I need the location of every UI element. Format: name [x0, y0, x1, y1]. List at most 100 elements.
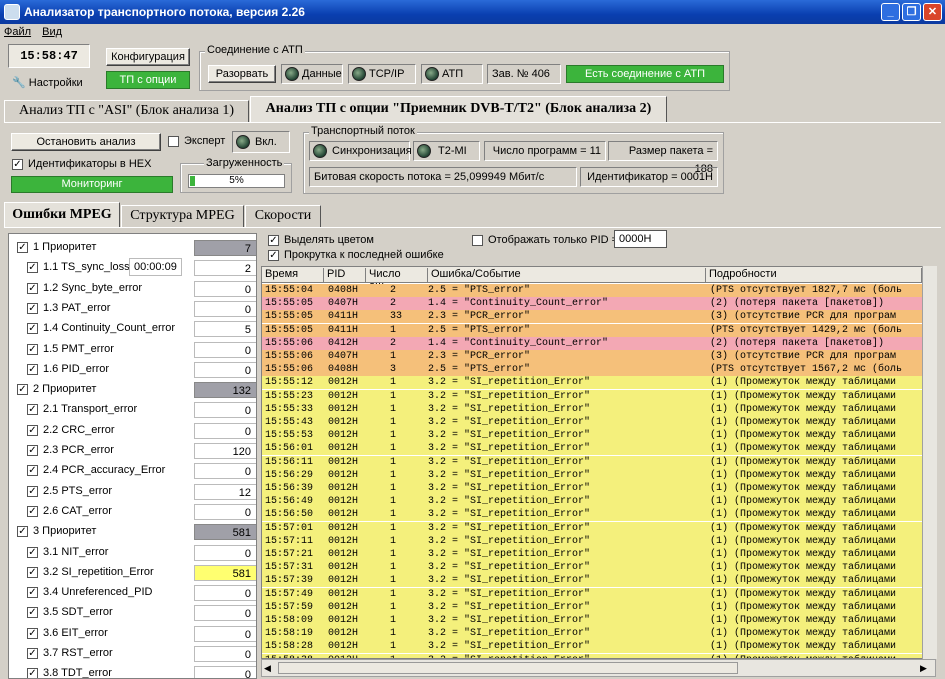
grid-row[interactable]: 15:57:21 0012H 1 3.2 = "SI_repetition_Error…	[262, 548, 935, 561]
color-checkbox[interactable]: ✓	[268, 235, 279, 246]
config-button[interactable]: Конфигурация	[106, 48, 190, 66]
tree-row[interactable]: ✓ 2.2 CRC_error 0	[9, 421, 256, 441]
tree-row-checkbox[interactable]: ✓	[27, 343, 38, 355]
tree-row[interactable]: ✓ 3.5 SDT_error 0	[9, 603, 256, 623]
tree-row-checkbox[interactable]: ✓	[27, 282, 38, 294]
only-pid-checkbox[interactable]	[472, 235, 483, 246]
tree-row-checkbox[interactable]: ✓	[27, 485, 38, 497]
grid-row[interactable]: 15:58:19 0012H 1 3.2 = "SI_repetition_Error…	[262, 627, 935, 641]
grid-vscrollbar[interactable]	[922, 266, 937, 659]
grid-row[interactable]: 15:55:43 0012H 1 3.2 = "SI_repetition_Error…	[262, 416, 935, 429]
grid-row[interactable]: 15:58:09 0012H 1 3.2 = "SI_repetition_Error…	[262, 614, 935, 627]
grid-row[interactable]: 15:58:28 0012H 1 3.2 = "SI_repetition_Error…	[262, 640, 935, 654]
grid-row[interactable]: 15:57:01 0012H 1 3.2 = "SI_repetition_Error…	[262, 521, 935, 535]
tree-row[interactable]: ✓ 1.2 Sync_byte_error 0	[9, 279, 256, 299]
menu-view[interactable]: Вид	[42, 26, 62, 38]
col-event[interactable]: Ошибка/Событие	[428, 268, 706, 283]
tree-row-checkbox[interactable]: ✓	[27, 465, 38, 477]
tree-row-checkbox[interactable]: ✓	[27, 505, 38, 517]
tree-row-checkbox[interactable]: ✓	[27, 262, 38, 274]
scroll-checkbox[interactable]: ✓	[268, 250, 279, 261]
minimize-icon[interactable]: _	[881, 3, 900, 21]
tree-row[interactable]: ✓ 3.8 TDT_error 0	[9, 664, 256, 678]
tree-row[interactable]: ✓ 3.4 Unreferenced_PID 0	[9, 583, 256, 603]
grid-row[interactable]: 15:57:31 0012H 1 3.2 = "SI_repetition_Error…	[262, 561, 935, 575]
col-time[interactable]: Время	[262, 268, 324, 283]
tree-row-checkbox[interactable]: ✓	[27, 302, 38, 314]
tree-row[interactable]: ✓ 2.1 Transport_error 0	[9, 400, 256, 420]
tab-mpeg-errors[interactable]: Ошибки MPEG	[4, 202, 120, 228]
tree-row[interactable]: ✓ 2.6 CAT_error 0	[9, 502, 256, 522]
tree-row-checkbox[interactable]: ✓	[27, 607, 38, 619]
tree-row[interactable]: ✓ 1.5 PMT_error 0	[9, 340, 256, 360]
grid-row[interactable]: 15:56:39 0012H 1 3.2 = "SI_repetition_Error…	[262, 482, 935, 495]
hex-checkbox[interactable]: ✓	[12, 159, 23, 170]
grid-row[interactable]: 15:57:11 0012H 1 3.2 = "SI_repetition_Error…	[262, 534, 935, 548]
grid-row[interactable]: 15:56:01 0012H 1 3.2 = "SI_repetition_Error…	[262, 442, 935, 456]
tree-row-checkbox[interactable]: ✓	[27, 404, 38, 416]
tab-dvb[interactable]: Анализ ТП с опции "Приемник DVB-T/T2" (Б…	[250, 96, 667, 122]
grid-row[interactable]: 15:55:05 0411H 1 2.5 = "PTS_error" (PTS отсу…	[262, 323, 935, 337]
grid-row[interactable]: 15:55:05 0407H 2 1.4 = "Continuity_Count_er…	[262, 297, 935, 311]
scroll-thumb[interactable]	[278, 662, 738, 674]
tree-row[interactable]: ✓ 2.3 PCR_error 120	[9, 441, 256, 461]
tree-row-checkbox[interactable]: ✓	[17, 242, 28, 253]
tree-row-checkbox[interactable]: ✓	[17, 526, 28, 538]
tree-row[interactable]: ✓ 1.6 PID_error 0	[9, 360, 256, 380]
grid-row[interactable]: 15:55:23 0012H 1 3.2 = "SI_repetition_Error…	[262, 389, 935, 403]
tree-row-checkbox[interactable]: ✓	[17, 384, 28, 396]
grid-row[interactable]: 15:55:53 0012H 1 3.2 = "SI_repetition_Error…	[262, 429, 935, 443]
tree-row-checkbox[interactable]: ✓	[27, 546, 38, 558]
tree-row-checkbox[interactable]: ✓	[27, 627, 38, 639]
tree-row[interactable]: ✓ 3 Приоритет 581	[9, 522, 256, 542]
grid-row[interactable]: 15:56:49 0012H 1 3.2 = "SI_repetition_Error…	[262, 495, 935, 509]
tp-options-button[interactable]: ТП с опции	[106, 71, 190, 89]
maximize-icon[interactable]: ❐	[902, 3, 921, 21]
tree-row[interactable]: ✓ 3.1 NIT_error 0	[9, 543, 256, 563]
stop-analysis-button[interactable]: Остановить анализ	[11, 133, 161, 151]
grid-row[interactable]: 15:56:29 0012H 1 3.2 = "SI_repetition_Error…	[262, 468, 935, 482]
grid-row[interactable]: 15:55:04 0408H 2 2.5 = "PTS_error" (PTS отсу…	[262, 284, 935, 297]
tree-row-checkbox[interactable]: ✓	[27, 648, 38, 659]
menu-file[interactable]: Файл	[4, 26, 31, 38]
pid-input[interactable]: 0000H	[614, 230, 667, 248]
grid-row[interactable]: 15:55:06 0412H 2 1.4 = "Continuity_Count_er…	[262, 336, 935, 350]
grid-row[interactable]: 15:57:39 0012H 1 3.2 = "SI_repetition_Error…	[262, 574, 935, 588]
scroll-right-icon[interactable]: ▶	[920, 662, 932, 674]
grid-row[interactable]: 15:55:05 0411H 33 2.3 = "PCR_error" (3) (отс…	[262, 310, 935, 324]
grid-row[interactable]: 15:56:50 0012H 1 3.2 = "SI_repetition_Error…	[262, 508, 935, 522]
tree-row[interactable]: ✓ 1 Приоритет 7	[9, 238, 256, 258]
col-count[interactable]: Число ош...	[366, 268, 428, 292]
tree-row-checkbox[interactable]: ✓	[27, 566, 38, 578]
grid-row[interactable]: 15:55:33 0012H 1 3.2 = "SI_repetition_Error…	[262, 402, 935, 416]
grid-row[interactable]: 15:55:06 0408H 3 2.5 = "PTS_error" (PTS отсу…	[262, 363, 935, 377]
tree-row[interactable]: ✓ 2.5 PTS_error 12	[9, 482, 256, 502]
grid-row[interactable]: 15:56:11 0012H 1 3.2 = "SI_repetition_Error…	[262, 455, 935, 469]
tree-row[interactable]: ✓ 2 Приоритет 132	[9, 380, 256, 400]
expert-checkbox[interactable]	[168, 136, 179, 147]
grid-hscrollbar[interactable]: ◀ ▶	[261, 659, 936, 677]
tree-row[interactable]: ✓ 3.6 EIT_error 0	[9, 624, 256, 644]
settings-link[interactable]: 🔧 Настройки	[12, 76, 83, 89]
tab-asi[interactable]: Анализ ТП с "ASI" (Блок анализа 1)	[4, 100, 249, 122]
tree-row-checkbox[interactable]: ✓	[27, 424, 38, 436]
tree-row[interactable]: ✓ 1.4 Continuity_Count_error 5	[9, 319, 256, 339]
close-icon[interactable]: ✕	[923, 3, 942, 21]
tab-mpeg-structure[interactable]: Структура MPEG	[121, 205, 244, 227]
tree-row[interactable]: ✓ 3.2 SI_repetition_Error 581	[9, 563, 256, 583]
disconnect-button[interactable]: Разорвать	[208, 65, 276, 83]
tab-rates[interactable]: Скорости	[245, 205, 321, 227]
col-details[interactable]: Подробности	[706, 268, 922, 283]
col-pid[interactable]: PID	[324, 268, 366, 283]
grid-row[interactable]: 15:55:06 0407H 1 2.3 = "PCR_error" (3) (отсу…	[262, 350, 935, 363]
tree-row[interactable]: ✓ 1.1 TS_sync_loss 00:00:09 2	[9, 258, 256, 278]
tree-row[interactable]: ✓ 1.3 PAT_error 0	[9, 299, 256, 319]
tree-row-checkbox[interactable]: ✓	[27, 363, 38, 375]
scroll-left-icon[interactable]: ◀	[264, 662, 276, 674]
tree-row-checkbox[interactable]: ✓	[27, 445, 38, 456]
tree-row-checkbox[interactable]: ✓	[27, 587, 38, 599]
tree-row[interactable]: ✓ 2.4 PCR_accuracy_Error 0	[9, 461, 256, 481]
tree-row-checkbox[interactable]: ✓	[27, 668, 38, 678]
grid-row[interactable]: 15:57:49 0012H 1 3.2 = "SI_repetition_Error…	[262, 587, 935, 601]
grid-row[interactable]: 15:55:12 0012H 1 3.2 = "SI_repetition_Error…	[262, 376, 935, 390]
